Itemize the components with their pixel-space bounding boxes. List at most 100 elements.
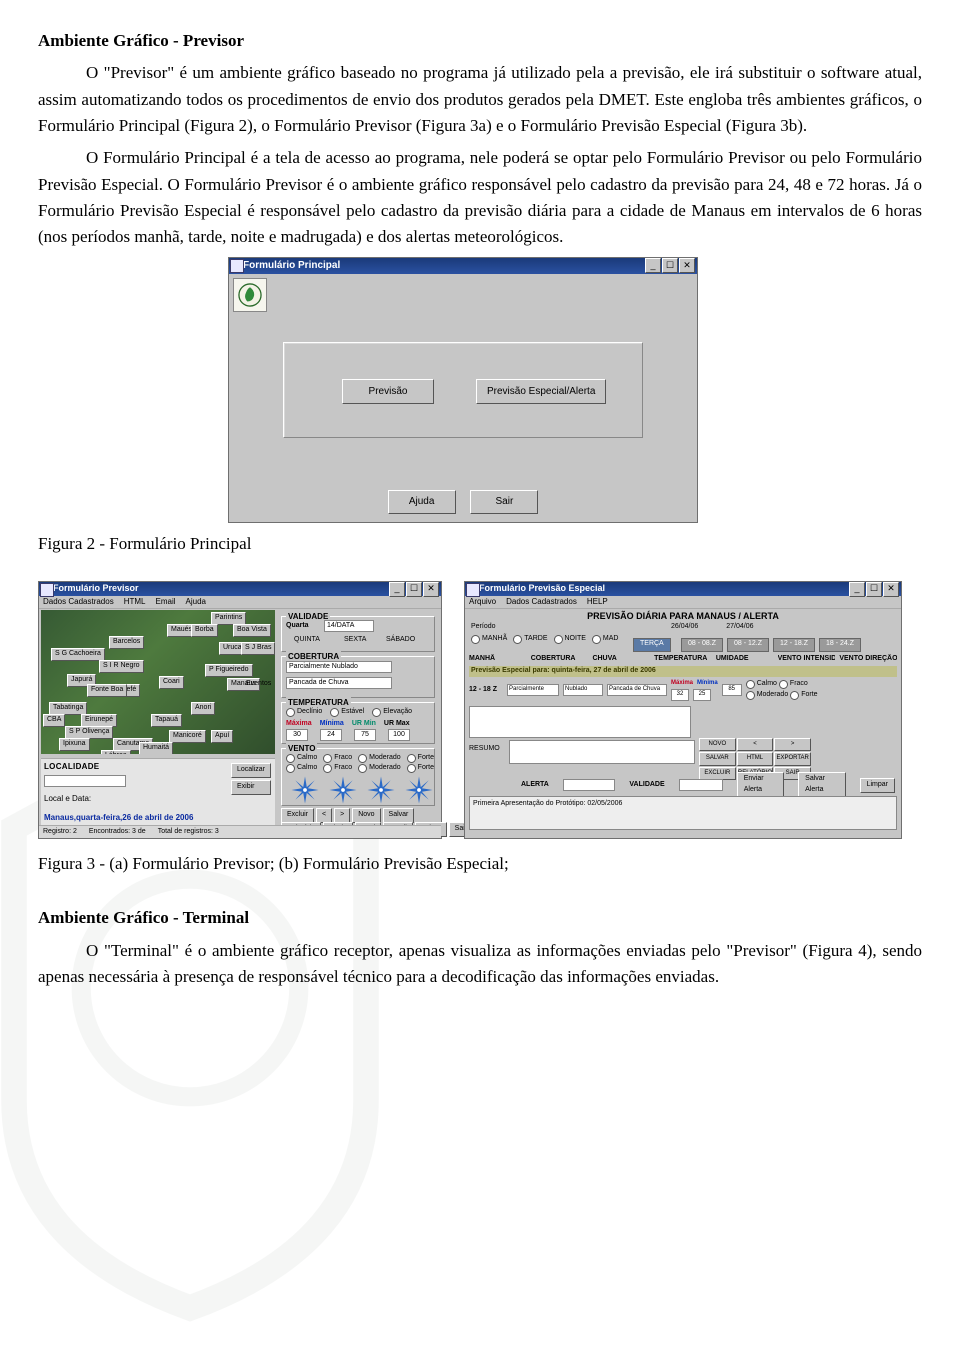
menu-item[interactable]: HTML — [124, 596, 146, 608]
day-tab[interactable]: TERÇA — [633, 638, 671, 652]
radio-periodo[interactable]: NOITE — [554, 634, 586, 645]
city-button[interactable]: Lábrea — [101, 750, 131, 754]
radio-periodo[interactable]: MAD — [592, 634, 619, 645]
row-cobertura2[interactable]: Nublado — [563, 684, 603, 696]
radio-vento[interactable]: Fraco — [779, 679, 808, 690]
eventos-field[interactable]: Pancada de Chuva — [286, 677, 392, 689]
action-button[interactable]: NOVO — [699, 738, 736, 751]
minimize-icon[interactable]: _ — [645, 258, 661, 273]
city-button[interactable]: Humaitá — [139, 742, 173, 754]
temp-min[interactable]: 25 — [693, 689, 711, 701]
row-cobertura[interactable]: Parcialmente — [507, 684, 559, 696]
urmin-field[interactable]: 75 — [354, 729, 376, 741]
previsao-button[interactable]: Previsão — [342, 379, 434, 405]
city-button[interactable]: S P Olivença — [65, 726, 113, 739]
enviar-alerta-button[interactable]: Enviar Alerta — [737, 772, 784, 798]
radio-vento[interactable]: Fraco — [323, 763, 352, 774]
resumo-area[interactable] — [509, 740, 695, 764]
radio-vento[interactable]: Moderado — [358, 763, 401, 774]
menu-item[interactable]: Dados Cadastrados — [506, 596, 577, 608]
time-slot[interactable]: 08 - 12.Z — [727, 638, 769, 652]
radio-estavel[interactable]: Estável — [330, 707, 364, 718]
radio-vento[interactable]: Calmo — [286, 763, 317, 774]
minimize-icon[interactable]: _ — [389, 582, 405, 597]
sair-button[interactable]: Sair — [470, 490, 538, 514]
radio-periodo[interactable]: MANHÃ — [471, 634, 507, 645]
radio-declinio[interactable]: Declínio — [286, 707, 322, 718]
city-button[interactable]: Boa Vista — [233, 624, 271, 637]
alerta-validade-field[interactable] — [679, 779, 723, 791]
city-button[interactable]: Barcelos — [109, 636, 144, 649]
action-button[interactable]: EXPORTAR — [774, 752, 811, 765]
city-button[interactable]: Ipixuna — [59, 738, 90, 751]
city-button[interactable]: S I R Negro — [99, 660, 144, 673]
time-slot[interactable]: 12 - 18.Z — [773, 638, 815, 652]
temp-min-field[interactable]: 24 — [320, 729, 342, 741]
city-button[interactable]: Borba — [191, 624, 218, 637]
city-button[interactable]: Tapauá — [151, 714, 182, 727]
row-chuva[interactable]: Pancada de Chuva — [607, 684, 667, 696]
city-button[interactable]: S G Cachoeira — [51, 648, 105, 661]
city-button[interactable]: CBA — [43, 714, 65, 727]
menu-item[interactable]: Dados Cadastrados — [43, 596, 114, 608]
validade-field[interactable]: 14/DATA — [324, 620, 374, 632]
salvar-alerta-button[interactable]: Salvar Alerta — [798, 772, 845, 798]
localidade-field[interactable] — [44, 775, 126, 787]
city-button[interactable]: P Figueiredo — [205, 664, 253, 677]
menu-item[interactable]: HELP — [587, 596, 608, 608]
day-btn[interactable]: QUINTA — [294, 635, 320, 646]
radio-periodo[interactable]: TARDE — [513, 634, 547, 645]
row-umidade[interactable]: 85 — [722, 684, 742, 696]
radio-vento[interactable]: Forte — [407, 763, 434, 774]
compass-icon[interactable] — [290, 775, 320, 805]
radio-vento[interactable]: Forte — [790, 690, 817, 701]
city-button[interactable]: Parintins — [211, 612, 246, 625]
menu-item[interactable]: Email — [156, 596, 176, 608]
previsao-especial-button[interactable]: Previsão Especial/Alerta — [476, 379, 606, 405]
ctrl-button[interactable]: < — [316, 808, 332, 823]
maximize-icon[interactable]: ☐ — [406, 582, 422, 597]
exibir-button[interactable]: Exibir — [231, 780, 271, 795]
text-area[interactable] — [469, 706, 691, 738]
compass-icon[interactable] — [366, 775, 396, 805]
maximize-icon[interactable]: ☐ — [662, 258, 678, 273]
urmax-field[interactable]: 100 — [388, 729, 410, 741]
day-btn[interactable]: SEXTA — [344, 635, 366, 646]
action-button[interactable]: < — [737, 738, 774, 751]
city-button[interactable]: Coari — [159, 676, 184, 689]
close-icon[interactable]: ✕ — [679, 258, 695, 273]
ctrl-button[interactable]: Novo — [352, 808, 380, 823]
ajuda-button[interactable]: Ajuda — [388, 490, 456, 514]
action-button[interactable]: SALVAR — [699, 752, 736, 765]
alerta-field[interactable] — [563, 779, 616, 791]
ctrl-button[interactable]: > — [334, 808, 350, 823]
menu-item[interactable]: Arquivo — [469, 596, 496, 608]
ctrl-button[interactable]: Excluir — [281, 808, 314, 823]
city-button[interactable]: Anori — [191, 702, 215, 715]
compass-icon[interactable] — [328, 775, 358, 805]
menu-item[interactable]: Ajuda — [186, 596, 206, 608]
city-button[interactable]: Eirunepé — [81, 714, 117, 727]
close-icon[interactable]: ✕ — [423, 582, 439, 597]
close-icon[interactable]: ✕ — [883, 582, 899, 597]
city-button[interactable]: Manicoré — [169, 730, 206, 743]
city-button[interactable]: S J Bras — [241, 642, 275, 655]
radio-vento[interactable]: Calmo — [746, 679, 777, 690]
time-slot[interactable]: 18 - 24.Z — [819, 638, 861, 652]
limpar-button[interactable]: Limpar — [860, 778, 895, 793]
cobertura-field[interactable]: Parcialmente Nublado — [286, 661, 392, 673]
minimize-icon[interactable]: _ — [849, 582, 865, 597]
city-button[interactable]: Fonte Boa — [87, 684, 127, 697]
action-button[interactable]: HTML — [737, 752, 774, 765]
city-button[interactable]: Tabatinga — [49, 702, 87, 715]
ctrl-button[interactable]: Salvar — [383, 808, 415, 823]
city-button[interactable]: Apuí — [211, 730, 233, 743]
radio-vento[interactable]: Moderado — [746, 690, 789, 701]
day-btn[interactable]: SÁBADO — [386, 635, 415, 646]
maximize-icon[interactable]: ☐ — [866, 582, 882, 597]
temp-max-field[interactable]: 30 — [286, 729, 308, 741]
compass-icon[interactable] — [404, 775, 434, 805]
radio-elevacao[interactable]: Elevação — [372, 707, 412, 718]
temp-max[interactable]: 32 — [671, 689, 689, 701]
action-button[interactable]: > — [774, 738, 811, 751]
